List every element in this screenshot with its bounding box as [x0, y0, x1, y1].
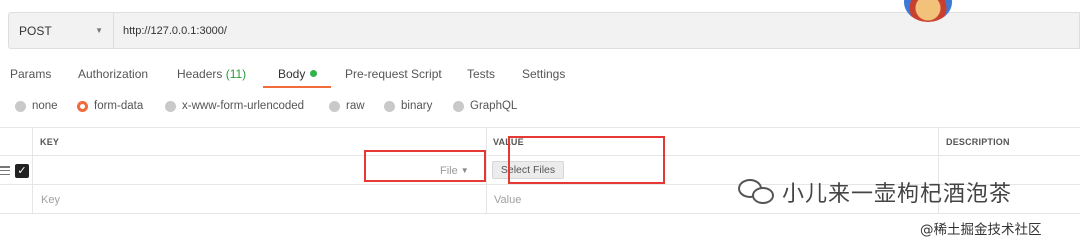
radio-label: none [32, 100, 58, 112]
url-value: http://127.0.0.1:3000/ [123, 24, 227, 37]
radio-label: raw [346, 100, 365, 112]
headers-count-badge: (11) [225, 67, 247, 81]
column-divider [486, 185, 487, 213]
tab-label: Tests [467, 67, 496, 81]
radio-label: x-www-form-urlencoded [182, 100, 305, 112]
tab-label: Settings [522, 67, 566, 81]
highlight-box-file-select [364, 150, 486, 182]
tab-label: Pre-request Script [345, 67, 442, 81]
method-label: POST [19, 23, 52, 38]
radio-icon [165, 100, 176, 112]
column-divider [32, 156, 33, 184]
column-header-description: DESCRIPTION [946, 137, 1010, 147]
watermark-subtext: @稀土掘金技术社区 [920, 222, 1042, 238]
body-type-graphql[interactable]: GraphQL [453, 100, 517, 112]
radio-label: binary [401, 100, 433, 112]
tab-settings[interactable]: Settings [522, 67, 565, 81]
method-select[interactable]: POST ▼ [8, 12, 114, 49]
tab-pre-request-script[interactable]: Pre-request Script [345, 67, 442, 81]
body-type-form-data[interactable]: form-data [77, 100, 143, 112]
radio-icon [453, 100, 464, 112]
active-tab-underline [263, 86, 331, 88]
radio-selected-icon [77, 100, 88, 112]
watermark-text: 小儿来一壶枸杞酒泡茶 [782, 182, 1013, 207]
tab-label: Params [10, 67, 52, 81]
tab-tests[interactable]: Tests [467, 67, 495, 81]
request-tabs: Params Authorization Headers (11) Body P… [0, 63, 620, 89]
wechat-icon [738, 177, 776, 207]
column-divider [32, 185, 33, 213]
column-divider [938, 128, 939, 155]
value-input[interactable]: Value [494, 194, 521, 206]
tab-body[interactable]: Body [278, 67, 318, 81]
column-divider [32, 128, 33, 155]
body-type-urlencoded[interactable]: x-www-form-urlencoded [165, 100, 304, 112]
body-type-options: none form-data x-www-form-urlencoded raw… [0, 98, 620, 118]
radio-icon [15, 100, 26, 112]
radio-icon [384, 100, 395, 112]
radio-label: form-data [94, 100, 144, 112]
key-input[interactable]: Key [41, 194, 60, 206]
chevron-down-icon: ▼ [95, 26, 103, 35]
body-active-dot [310, 70, 318, 77]
body-type-none[interactable]: none [15, 100, 58, 112]
column-divider [486, 128, 487, 155]
tab-params[interactable]: Params [10, 67, 51, 81]
highlight-box-select-files [508, 136, 665, 184]
watermark: 小儿来一壶枸杞酒泡茶 [738, 176, 1012, 208]
row-enabled-checkbox[interactable]: ✓ [15, 164, 29, 178]
tab-label: Headers [177, 67, 223, 81]
column-header-key: KEY [40, 137, 60, 147]
tab-label: Body [278, 67, 306, 81]
tab-headers[interactable]: Headers (11) [177, 67, 246, 81]
column-divider [486, 156, 487, 184]
radio-icon [329, 100, 340, 112]
body-type-raw[interactable]: raw [329, 100, 365, 112]
body-type-binary[interactable]: binary [384, 100, 432, 112]
tab-authorization[interactable]: Authorization [78, 67, 148, 81]
drag-handle-icon[interactable] [0, 166, 10, 175]
tab-label: Authorization [78, 67, 149, 81]
radio-label: GraphQL [470, 100, 518, 112]
